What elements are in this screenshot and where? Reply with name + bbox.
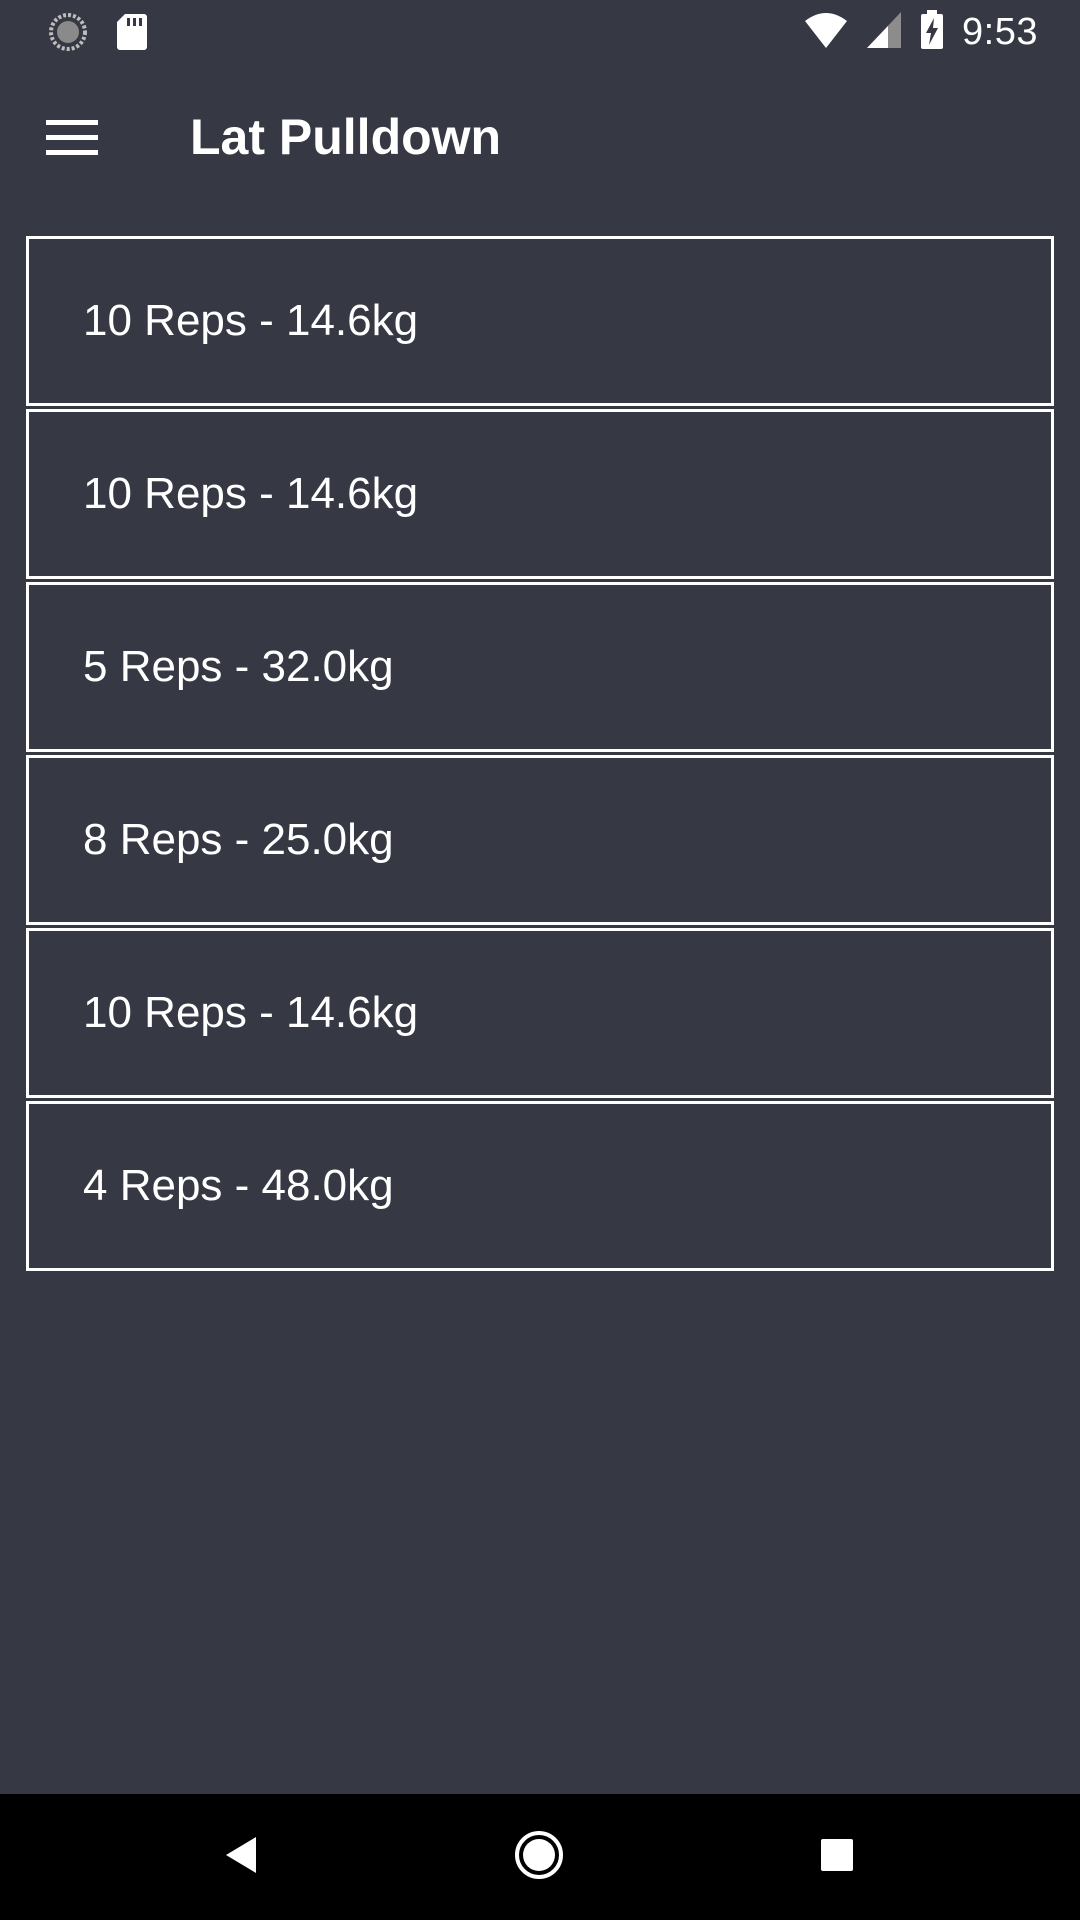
list-item[interactable]: 5 Reps - 32.0kg <box>26 582 1054 752</box>
page-title: Lat Pulldown <box>190 109 502 165</box>
set-label: 10 Reps - 14.6kg <box>83 296 419 345</box>
navigation-bar <box>0 1794 1080 1920</box>
status-time: 9:53 <box>962 11 1038 53</box>
list-item[interactable]: 8 Reps - 25.0kg <box>26 755 1054 925</box>
set-label: 10 Reps - 14.6kg <box>83 988 419 1037</box>
wifi-icon <box>804 11 848 54</box>
list-item[interactable]: 10 Reps - 14.6kg <box>26 928 1054 1098</box>
recents-button[interactable] <box>802 1822 872 1892</box>
list-item[interactable]: 4 Reps - 48.0kg <box>26 1101 1054 1271</box>
status-bar: 9:53 <box>0 0 1080 64</box>
sd-card-icon <box>116 13 148 56</box>
set-label: 10 Reps - 14.6kg <box>83 469 419 518</box>
back-icon <box>223 1835 259 1880</box>
status-left <box>48 12 148 57</box>
list-item[interactable]: 10 Reps - 14.6kg <box>26 409 1054 579</box>
cell-signal-icon <box>866 11 902 54</box>
app-bar: Lat Pulldown <box>0 64 1080 212</box>
set-label: 8 Reps - 25.0kg <box>83 815 394 864</box>
screen: 9:53 Lat Pulldown 10 Reps - 14.6kg 10 Re… <box>0 0 1080 1920</box>
menu-button[interactable] <box>36 104 108 176</box>
set-list: 10 Reps - 14.6kg 10 Reps - 14.6kg 5 Reps… <box>26 236 1054 1274</box>
recents-icon <box>819 1837 855 1878</box>
list-item[interactable]: 10 Reps - 14.6kg <box>26 236 1054 406</box>
set-label: 5 Reps - 32.0kg <box>83 642 394 691</box>
battery-charging-icon <box>920 10 944 55</box>
back-button[interactable] <box>206 1822 276 1892</box>
status-right: 9:53 <box>804 10 1038 55</box>
home-button[interactable] <box>504 1822 574 1892</box>
hamburger-menu-icon <box>46 118 98 163</box>
sync-icon <box>48 12 88 57</box>
set-label: 4 Reps - 48.0kg <box>83 1161 394 1210</box>
home-icon <box>513 1829 565 1886</box>
